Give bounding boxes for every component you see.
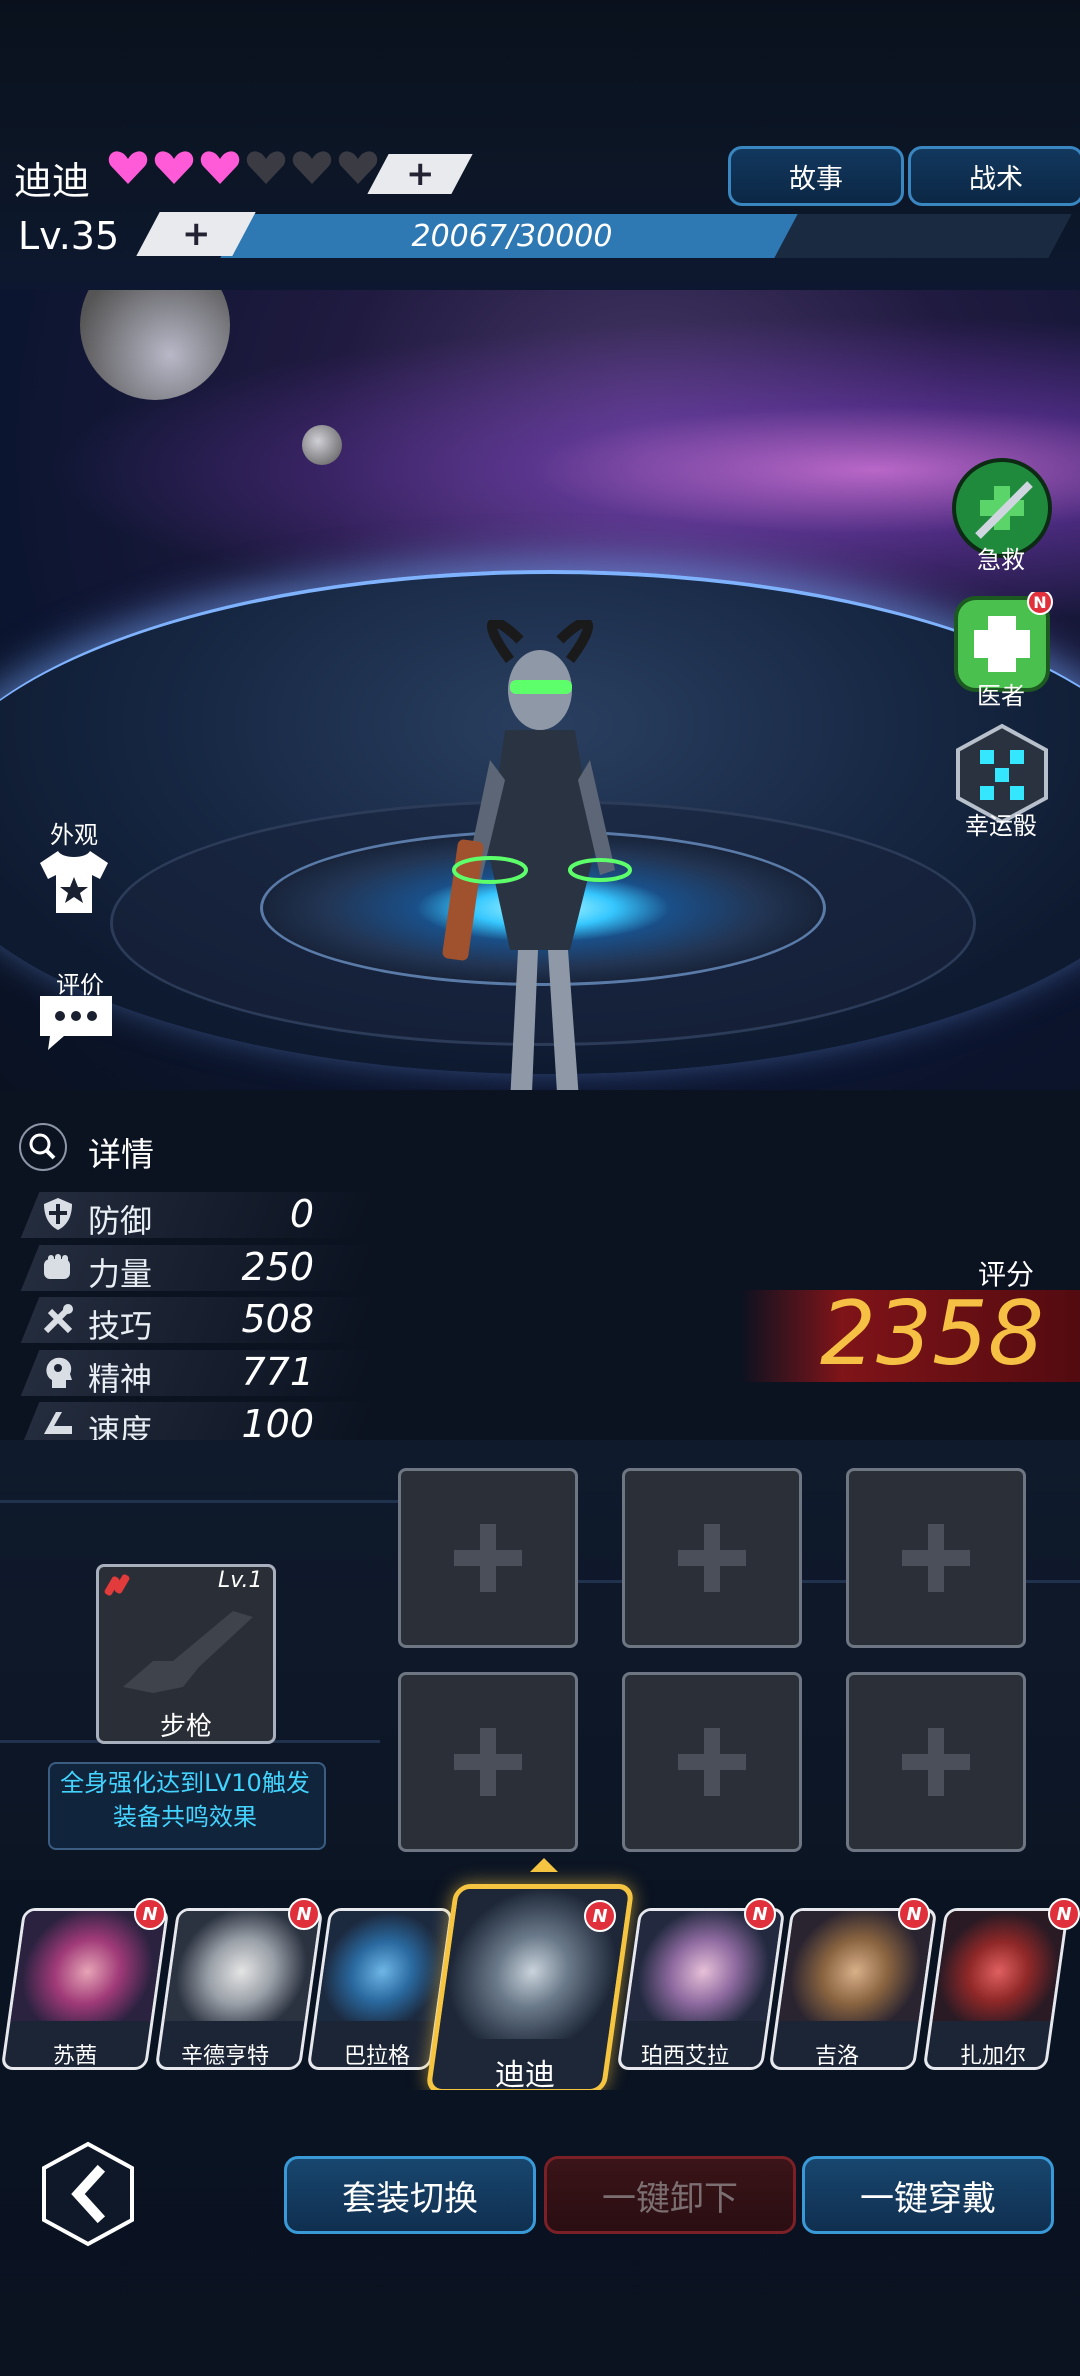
plus-icon — [902, 1728, 970, 1796]
heart-filled-icon — [108, 150, 148, 186]
tab-tactics[interactable]: 战术 — [908, 146, 1080, 206]
heart-filled-icon — [154, 150, 194, 186]
rifle-silhouette-icon — [123, 1611, 253, 1693]
exp-text: 20067/30000 — [411, 218, 613, 254]
stat-name: 精神 — [88, 1360, 153, 1398]
equipment-slot-pants[interactable] — [622, 1672, 802, 1852]
shield-icon — [44, 1198, 72, 1230]
stat-value: 250 — [241, 1245, 314, 1289]
equipment-slot-armor[interactable] — [398, 1672, 578, 1852]
unequip-all-button[interactable]: 一键卸下 — [544, 2156, 796, 2234]
details-label: 详情 — [88, 1135, 154, 1174]
equip-all-button[interactable]: 一键穿戴 — [802, 2156, 1054, 2234]
hero-card-name: 扎加尔 — [959, 2044, 1026, 2069]
plus-icon — [678, 1728, 746, 1796]
mind-icon — [46, 1357, 72, 1388]
hero-portrait — [316, 1911, 450, 2021]
tip-line-2: 装备共鸣效果 — [113, 1803, 257, 1831]
lucky-dice-label: 幸运骰 — [965, 812, 1037, 840]
tip-line-1: 全身强化达到LV10触发 — [60, 1769, 310, 1797]
hero-card-name: 苏茜 — [52, 2044, 97, 2069]
stat-value: 771 — [241, 1350, 314, 1394]
weapon-level: Lv.1 — [218, 1568, 263, 1593]
tab-story[interactable]: 故事 — [728, 146, 904, 206]
plus-icon: + — [181, 214, 211, 254]
heart-empty-icon — [338, 150, 378, 186]
ammo-icon — [104, 1574, 130, 1596]
hero-character-model[interactable] — [410, 620, 670, 1090]
stat-name: 防御 — [88, 1202, 153, 1240]
equipment-slot-gloves[interactable] — [622, 1468, 802, 1648]
new-badge: N — [1048, 1898, 1080, 1930]
new-badge: N — [744, 1898, 776, 1930]
first-aid-label: 急救 — [977, 546, 1025, 574]
hero-card-name: 迪迪 — [495, 2058, 555, 2093]
hero-card-name: 辛德亨特 — [180, 2044, 269, 2069]
new-badge: N — [584, 1900, 616, 1932]
new-badge: N — [134, 1898, 166, 1930]
fist-icon — [44, 1254, 70, 1279]
resonance-tip-text: 全身强化达到LV10触发 装备共鸣效果 — [48, 1766, 322, 1834]
doctor-label: 医者 — [977, 682, 1025, 710]
equipment-slot-accessory[interactable] — [846, 1672, 1026, 1852]
chat-bubble-icon[interactable] — [34, 992, 118, 1052]
hero-name: 迪迪 — [14, 159, 91, 203]
selected-hero-arrow-icon — [530, 1858, 558, 1872]
stat-name: 技巧 — [88, 1307, 153, 1345]
moon-small — [302, 425, 342, 465]
equipment-slot-shoes[interactable] — [846, 1468, 1026, 1648]
heart-filled-icon — [200, 150, 240, 186]
plus-icon — [902, 1524, 970, 1592]
appearance-label: 外观 — [50, 821, 98, 849]
equipment-slot-helmet[interactable] — [398, 1468, 578, 1648]
score-value: 2358 — [820, 1282, 1044, 1385]
heart-empty-icon — [292, 150, 332, 186]
weapon-name: 步枪 — [159, 1712, 212, 1742]
stat-value: 508 — [241, 1297, 314, 1341]
search-icon[interactable] — [18, 1122, 68, 1172]
new-badge: N — [288, 1898, 320, 1930]
plus-icon — [454, 1728, 522, 1796]
speed-icon — [44, 1412, 72, 1434]
new-badge: N — [898, 1898, 930, 1930]
plus-icon: + — [405, 154, 435, 194]
plus-icon — [454, 1524, 522, 1592]
hero-scene — [0, 290, 1080, 1090]
tshirt-star-icon[interactable] — [36, 847, 112, 917]
svg-text:N: N — [1033, 593, 1046, 612]
heart-empty-icon — [246, 150, 286, 186]
plus-icon — [678, 1524, 746, 1592]
tools-icon — [43, 1304, 73, 1334]
level-label: Lv.35 — [18, 214, 120, 258]
divider — [0, 1500, 400, 1503]
stat-value: 0 — [289, 1192, 314, 1236]
hero-card-name: 吉洛 — [814, 2044, 859, 2069]
back-arrow-icon[interactable] — [38, 2140, 138, 2248]
stat-name: 力量 — [88, 1255, 153, 1293]
suit-switch-button[interactable]: 套装切换 — [284, 2156, 536, 2234]
hero-card-name: 珀西艾拉 — [640, 2044, 729, 2069]
hero-portrait — [932, 1911, 1066, 2021]
